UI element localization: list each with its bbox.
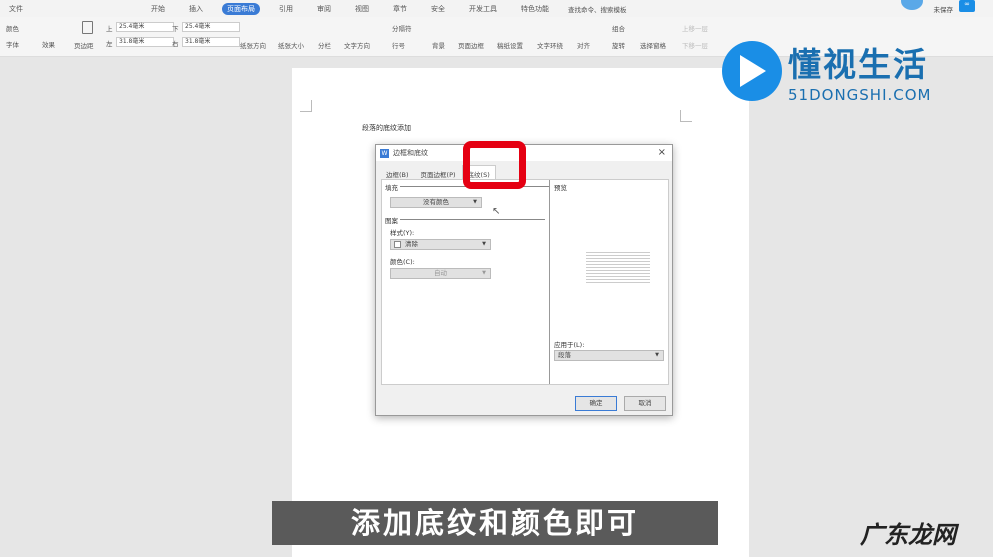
watermark-logo: 懂视生活 51DONGSHI.COM [722,38,932,104]
tab-home[interactable]: 开始 [146,3,170,15]
divider [400,219,545,220]
pattern-color-select[interactable]: 自动 ▼ [390,268,491,279]
paragraph-text[interactable]: 段落的底纹添加 [362,123,411,133]
style-value: 清除 [405,240,418,248]
left-margin-input[interactable]: 31.8毫米 [116,37,174,47]
background-button[interactable]: 背景 [432,40,445,50]
menu-bar: 文件 开始 插入 页面布局 引用 审阅 视图 章节 安全 开发工具 特色功能 查… [0,0,993,17]
left-label: 左 [106,40,113,48]
brand-domain: 51DONGSHI.COM [788,86,932,104]
save-status[interactable]: 未保存 [934,4,954,14]
highlight-box [463,141,526,189]
style-label: 样式(Y): [390,229,415,237]
cloud-icon[interactable]: ∞ [959,0,975,12]
page-border-button[interactable]: 页面边框 [458,40,484,50]
tab-chapter[interactable]: 章节 [388,3,412,15]
tab-developer[interactable]: 开发工具 [464,3,502,15]
fill-label: 填充 [385,184,398,192]
effect-button[interactable]: 效果 [42,39,55,49]
line-numbers-button[interactable]: 行号 [392,40,405,50]
breaks-button[interactable]: 分隔符 [392,23,412,33]
right-label: 右 [172,40,179,48]
ok-button[interactable]: 确定 [575,396,617,411]
bottom-label: 下 [172,25,179,33]
preview-label: 预览 [554,184,567,192]
chevron-down-icon: ▼ [473,199,477,205]
paper-size-button[interactable]: 纸张大小 [278,40,304,50]
margins-icon [82,21,93,34]
wrap-button[interactable]: 文字环绕 [537,40,563,50]
columns-button[interactable]: 分栏 [318,40,331,50]
corner-mark [300,100,312,112]
color-value: 自动 [434,269,447,277]
search-command[interactable]: 查找命令、搜索模板 [568,4,627,14]
avatar[interactable] [901,0,923,10]
apply-label: 应用于(L): [554,341,585,349]
selection-pane-button[interactable]: 选择窗格 [640,40,666,50]
style-select[interactable]: 清除 ▼ [390,239,491,250]
font-button[interactable]: 字体 [6,39,19,49]
shading-panel: 填充 没有颜色 ▼ 图案 样式(Y): 清除 ▼ 颜色(C): 自动 ▼ 预览 应用于… [381,179,669,385]
tab-insert[interactable]: 插入 [184,3,208,15]
send-backward-button[interactable]: 下移一层 [682,40,708,50]
apply-to-select[interactable]: 段落 ▼ [554,350,664,361]
pattern-label: 图案 [385,217,398,225]
cancel-button[interactable]: 取消 [624,396,666,411]
fill-color-select[interactable]: 没有颜色 ▼ [390,197,482,208]
bottom-margin-input[interactable]: 25.4毫米 [182,22,240,32]
dialog-title: 边框和底纹 [393,149,428,157]
divider [549,180,550,384]
chevron-down-icon: ▼ [482,270,486,276]
logo-icon [722,41,782,101]
tab-review[interactable]: 审阅 [312,3,336,15]
margins-button[interactable]: 页边距 [74,40,94,50]
corner-mark [680,110,692,122]
chevron-down-icon: ▼ [482,241,486,247]
close-icon[interactable]: × [658,147,666,158]
tab-features[interactable]: 特色功能 [516,3,554,15]
tab-security[interactable]: 安全 [426,3,450,15]
top-label: 上 [106,25,113,33]
group-button[interactable]: 组合 [612,23,625,33]
apply-value: 段落 [558,351,571,359]
align-button[interactable]: 对齐 [577,40,590,50]
orientation-button[interactable]: 纸张方向 [240,40,266,50]
rotate-button[interactable]: 旋转 [612,40,625,50]
preview-area [586,250,650,284]
text-direction-button[interactable]: 文字方向 [344,40,370,50]
chevron-down-icon: ▼ [655,352,659,358]
cursor-icon: ↖ [492,206,501,217]
corner-watermark: 广东龙网 [860,521,956,549]
fill-value: 没有颜色 [423,198,449,206]
swatch [394,241,401,248]
brand-text: 懂视生活 [788,45,928,84]
file-menu[interactable]: 文件 [4,3,28,15]
bring-forward-button[interactable]: 上移一层 [682,23,708,33]
tab-references[interactable]: 引用 [274,3,298,15]
right-margin-input[interactable]: 31.8毫米 [182,37,240,47]
color-button[interactable]: 颜色 [6,23,19,33]
color-label: 颜色(C): [390,258,415,266]
tab-page-layout[interactable]: 页面布局 [222,2,260,15]
subtitle-caption: 添加底纹和颜色即可 [272,501,718,545]
top-margin-input[interactable]: 25.4毫米 [116,22,174,32]
manuscript-button[interactable]: 稿纸设置 [497,40,523,50]
tab-view[interactable]: 视图 [350,3,374,15]
app-icon: W [380,148,389,158]
